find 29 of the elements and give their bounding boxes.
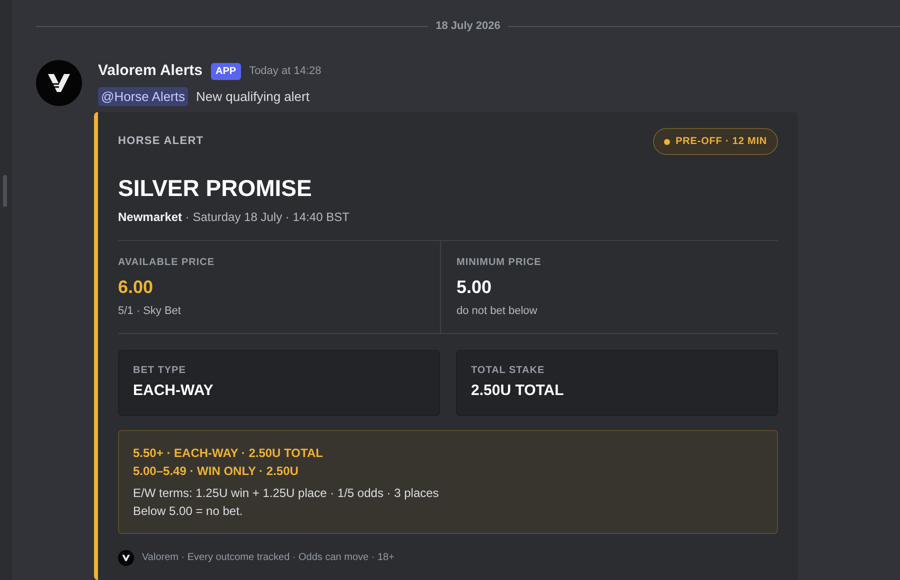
- rule-line: 5.50+ · EACH-WAY · 2.50U TOTAL: [133, 444, 324, 462]
- price-note: 5/1 · Sky Bet: [118, 304, 182, 318]
- price-note: do not bet below: [456, 304, 538, 318]
- app-tag: APP: [210, 62, 242, 80]
- scrollbar-handle[interactable]: [3, 175, 7, 207]
- price-label: AVAILABLE PRICE: [118, 256, 216, 270]
- price-value: 5.00: [456, 276, 493, 298]
- avatar-icon: [36, 60, 82, 106]
- date-divider: 18 July 2026: [434, 18, 502, 34]
- embed-eyebrow: HORSE ALERT: [118, 134, 204, 150]
- price-label: MINIMUM PRICE: [456, 256, 542, 270]
- status-pill: PRE-OFF · 12 MIN: [652, 128, 778, 155]
- horse-name: SILVER PROMISE: [118, 174, 313, 203]
- logo-icon: [118, 550, 134, 566]
- tile-label: BET TYPE: [133, 364, 187, 378]
- embed-footer: Valorem · Every outcome tracked · Odds can move · 18+: [142, 550, 394, 565]
- note-line: Below 5.00 = no bet.: [133, 502, 244, 520]
- message-text: New qualifying alert: [196, 88, 310, 106]
- tile-label: TOTAL STAKE: [471, 364, 546, 378]
- tile-value: EACH-WAY: [133, 381, 214, 401]
- author-name[interactable]: Valorem Alerts: [98, 60, 202, 82]
- tile-value: 2.50U TOTAL: [471, 381, 565, 401]
- race-details: Newmarket · Saturday 18 July · 14:40 BST: [118, 208, 350, 226]
- status-dot-icon: [664, 138, 670, 144]
- price-value: 6.00: [118, 276, 154, 298]
- note-line: E/W terms: 1.25U win + 1.25U place · 1/5 odds · 3 places: [133, 484, 440, 502]
- rule-line: 5.00–5.49 · WIN ONLY · 2.50U: [133, 462, 300, 480]
- timestamp: Today at 14:28: [249, 64, 322, 79]
- mention[interactable]: @Horse Alerts: [98, 86, 188, 106]
